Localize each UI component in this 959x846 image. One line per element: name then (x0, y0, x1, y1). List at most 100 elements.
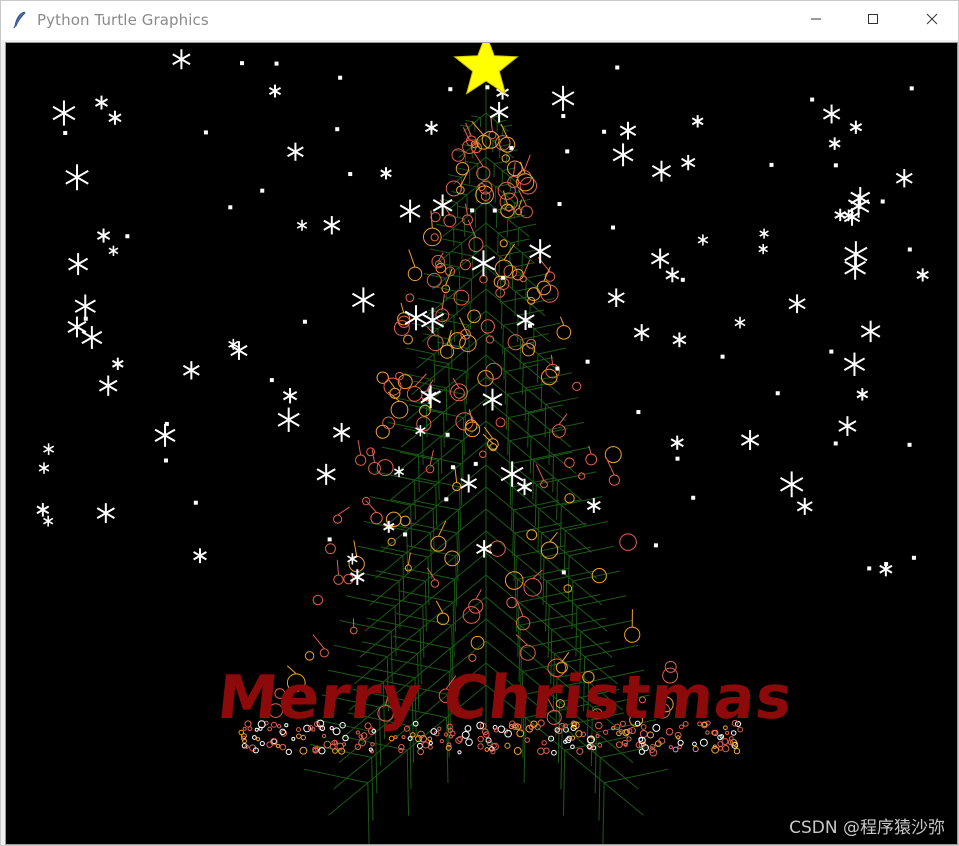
snow-dot (810, 97, 815, 102)
ornament (366, 447, 376, 457)
ornament (495, 417, 506, 428)
snow-dot (680, 277, 685, 282)
title-bar[interactable]: Python Turtle Graphics (1, 1, 958, 40)
snow-dot (911, 555, 916, 560)
snow-dot (448, 87, 453, 92)
ground-bauble (677, 739, 684, 746)
snow-dot (907, 442, 912, 447)
ground-bauble (711, 745, 719, 754)
ornament-string (522, 259, 531, 276)
snow-dot (636, 410, 641, 415)
ornament (544, 271, 556, 282)
ornament-string (414, 373, 427, 387)
snowflake-icon (734, 316, 746, 329)
ornament (443, 214, 457, 228)
ornament-string (445, 268, 453, 286)
ornament-string (407, 552, 411, 566)
ground-bauble (417, 748, 425, 756)
snowflake-icon (740, 430, 760, 451)
ornament (556, 324, 572, 340)
snowflake-icon (193, 548, 207, 564)
snowflake-icon (665, 267, 680, 283)
snow-dot (269, 378, 274, 383)
ground-bauble (388, 735, 395, 742)
ornament (430, 579, 440, 588)
ornament-string (559, 316, 565, 326)
turtle-canvas[interactable]: Merry Christmas CSDN @程序猿沙弥 (5, 42, 958, 845)
snow-dot (335, 127, 340, 132)
ground-bauble (692, 746, 699, 753)
close-icon (926, 12, 938, 30)
snowflake-icon (843, 352, 866, 376)
ornament (526, 529, 538, 541)
snow-dot (444, 497, 449, 502)
ornament (495, 135, 511, 151)
ground-bauble (668, 745, 673, 750)
snowflake-icon (98, 375, 118, 396)
ornament (499, 239, 508, 248)
snowflake-icon (268, 84, 282, 98)
ground-bauble (275, 743, 281, 749)
snow-dot (338, 75, 343, 80)
ornament-string (353, 540, 358, 557)
ground-bauble (291, 736, 296, 741)
greeting-text: Merry Christmas (214, 663, 797, 733)
ground-bauble (401, 735, 406, 740)
ground-bauble (259, 740, 265, 747)
ornament-string (337, 506, 350, 516)
snowflake-icon (332, 422, 351, 442)
snowflake-icon (399, 199, 421, 223)
turtle-window: Python Turtle Graphics Merry Christmas C… (0, 0, 959, 846)
ground-bauble (477, 743, 484, 750)
ornament-string (561, 652, 570, 663)
snowflake-icon (612, 143, 634, 167)
snow-dot (228, 205, 233, 210)
ornament (405, 293, 415, 303)
ground-bauble (422, 741, 430, 749)
ornament (485, 335, 495, 344)
snow-dot (653, 543, 658, 548)
ornament (564, 493, 575, 504)
snow-dot (775, 391, 780, 396)
snowflake-icon (856, 388, 869, 401)
ornament-string (535, 464, 545, 482)
snow-dot (83, 316, 88, 321)
snowflake-icon (36, 503, 50, 517)
ground-bauble (626, 736, 632, 742)
maximize-button[interactable] (850, 1, 896, 40)
ground-bauble (252, 735, 257, 740)
snowflake-icon (796, 497, 813, 515)
ground-bauble (416, 742, 423, 749)
snow-dot (720, 354, 725, 359)
ground-bauble (718, 745, 723, 751)
ornament-string (550, 354, 554, 365)
ornament (376, 371, 389, 384)
minimize-button[interactable] (793, 1, 839, 40)
snowflake-icon (670, 435, 684, 450)
ornament (519, 177, 538, 195)
maximize-icon (867, 12, 879, 30)
snow-dot (602, 129, 607, 134)
close-button[interactable] (909, 1, 955, 40)
ground-bauble (427, 736, 433, 742)
snow-dot (691, 495, 696, 500)
snowflake-icon (172, 49, 191, 70)
snow-dot (445, 432, 450, 437)
ornament (399, 515, 411, 527)
snowflake-icon (758, 243, 768, 255)
ground-bauble (455, 736, 463, 744)
ornament (540, 480, 548, 489)
snow-dot (675, 456, 680, 461)
snowflake-icon (476, 540, 493, 558)
snow-dot (829, 349, 834, 354)
snowflake-icon (421, 307, 445, 334)
snowflake-icon (38, 462, 50, 474)
snowflake-icon (323, 216, 341, 235)
snow-dot (565, 149, 570, 154)
ornament (407, 266, 423, 282)
ground-bauble (597, 742, 603, 748)
snowflake-icon (52, 100, 76, 126)
ornament (619, 533, 637, 551)
snowflake-icon (838, 416, 857, 436)
ground-bauble (300, 734, 307, 741)
